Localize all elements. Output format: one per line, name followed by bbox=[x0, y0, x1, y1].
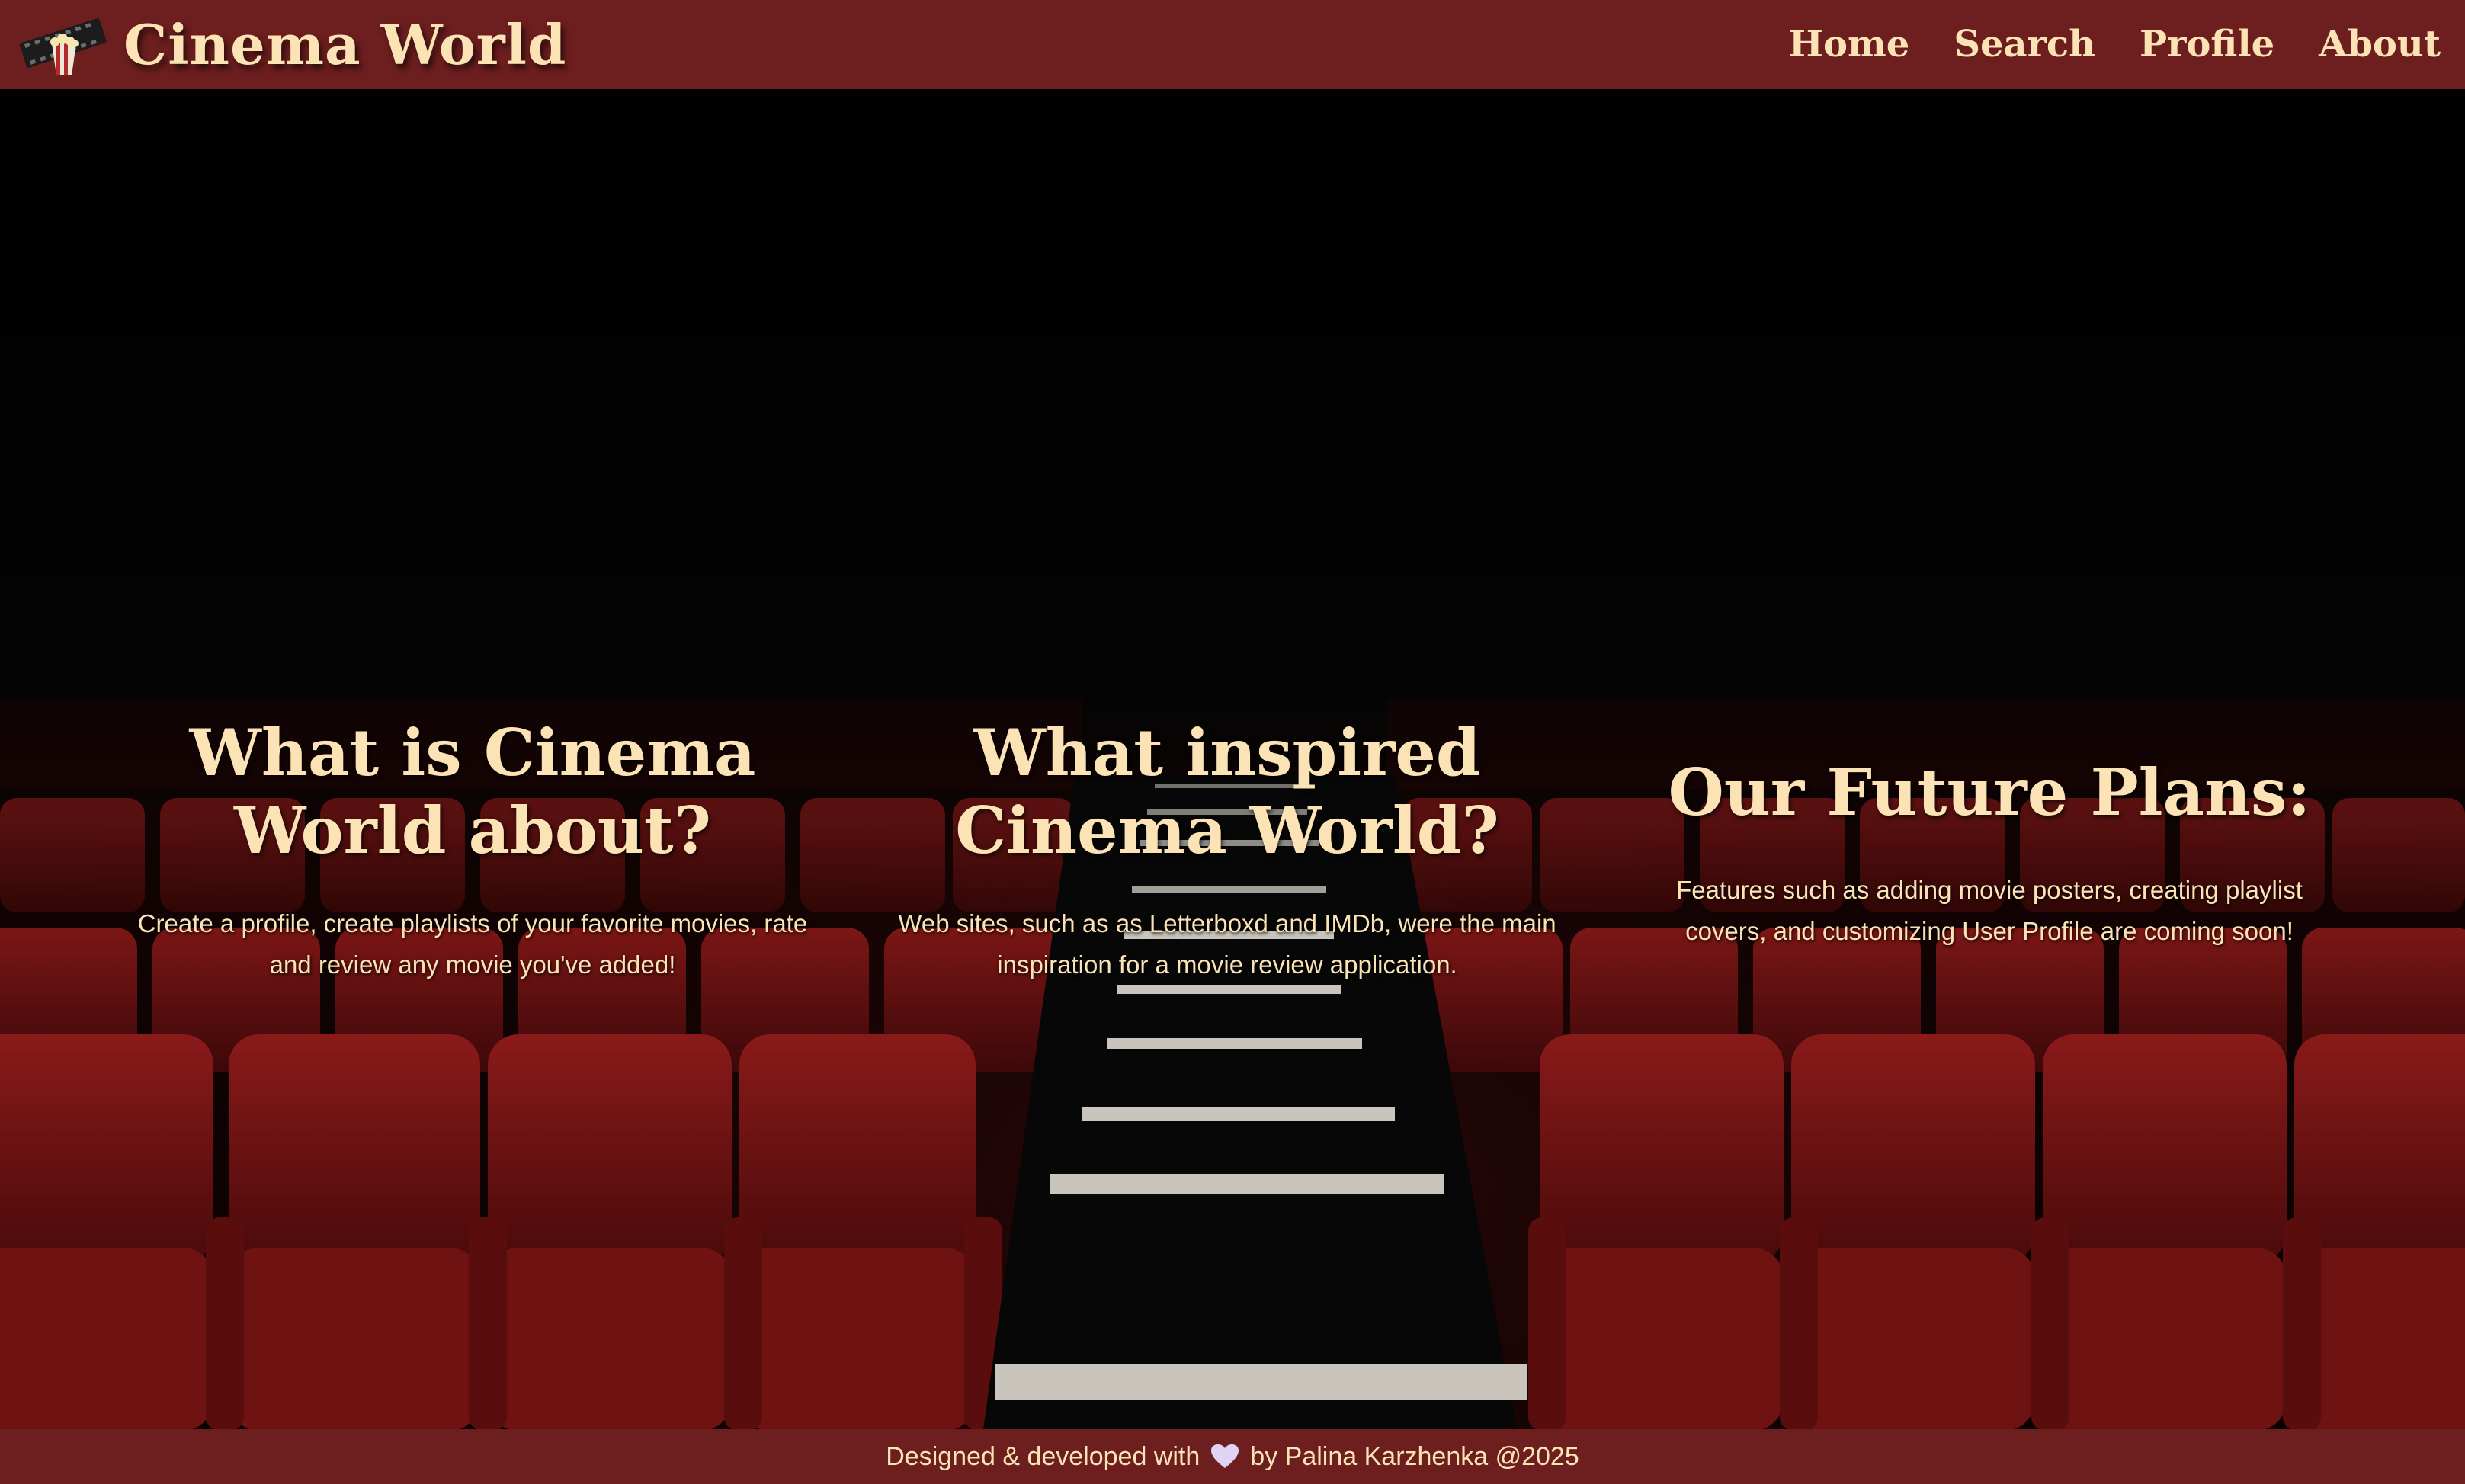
nav-about-link[interactable]: About bbox=[2319, 23, 2441, 66]
nav-search-link[interactable]: Search bbox=[1954, 23, 2095, 66]
about-text: Create a profile, create playlists of yo… bbox=[137, 909, 808, 979]
main-nav: Home Search Profile About bbox=[1789, 15, 2441, 73]
top-navbar: Cinema World Home Search Profile About bbox=[0, 0, 2465, 89]
heart-icon bbox=[1211, 1444, 1239, 1468]
future-plans-text: Features such as adding movie posters, c… bbox=[1676, 876, 2303, 945]
site-title: Cinema World bbox=[123, 12, 567, 77]
brand[interactable]: Cinema World bbox=[18, 8, 566, 82]
hero-section: What is Cinema World about? Create a pro… bbox=[0, 89, 2465, 1429]
future-plans-section: Our Future Plans: Features such as addin… bbox=[1654, 754, 2325, 952]
footer: Designed & developed with by Palina Karz… bbox=[0, 1429, 2465, 1484]
about-heading: What is Cinema World about? bbox=[189, 715, 756, 868]
nav-home-link[interactable]: Home bbox=[1789, 23, 1910, 66]
future-plans-heading: Our Future Plans: bbox=[1668, 755, 2311, 830]
nav-profile-link[interactable]: Profile bbox=[2140, 23, 2274, 66]
inspiration-section: What inspired Cinema World? Web sites, s… bbox=[877, 714, 1578, 986]
footer-prefix: Designed & developed with bbox=[886, 1441, 1200, 1471]
footer-credit: by Palina Karzhenka @2025 bbox=[1250, 1441, 1579, 1471]
inspiration-text: Web sites, such as as Letterboxd and IMD… bbox=[898, 909, 1556, 979]
inspiration-heading: What inspired Cinema World? bbox=[955, 715, 1499, 868]
film-reel-popcorn-icon bbox=[19, 18, 107, 75]
about-section: What is Cinema World about? Create a pro… bbox=[130, 714, 816, 986]
